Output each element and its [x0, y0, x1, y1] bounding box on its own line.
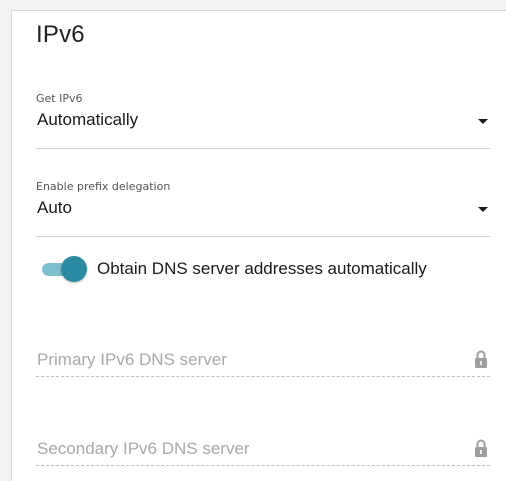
ipv6-settings-card [11, 10, 506, 481]
get-ipv6-select[interactable]: Get IPv6 Automatically [36, 92, 490, 150]
get-ipv6-underline [36, 148, 490, 149]
dns-auto-toggle[interactable] [42, 256, 88, 282]
chevron-down-icon [478, 207, 488, 212]
get-ipv6-value: Automatically [37, 110, 139, 129]
secondary-dns-input[interactable]: Secondary IPv6 DNS server [36, 436, 490, 466]
primary-dns-placeholder: Primary IPv6 DNS server [37, 350, 227, 369]
primary-dns-underline [36, 376, 490, 377]
prefix-delegation-label: Enable prefix delegation [36, 180, 171, 193]
secondary-dns-underline [36, 465, 490, 466]
section-title: IPv6 [36, 21, 85, 48]
primary-dns-input[interactable]: Primary IPv6 DNS server [36, 347, 490, 377]
lock-icon [475, 439, 487, 457]
toggle-knob [61, 256, 87, 282]
prefix-delegation-underline [36, 236, 490, 237]
prefix-delegation-value: Auto [37, 198, 72, 217]
dns-auto-toggle-label: Obtain DNS server addresses automaticall… [97, 259, 427, 278]
chevron-down-icon [478, 119, 488, 124]
prefix-delegation-select[interactable]: Enable prefix delegation Auto [36, 180, 490, 238]
lock-icon [475, 350, 487, 368]
get-ipv6-label: Get IPv6 [36, 92, 83, 105]
secondary-dns-placeholder: Secondary IPv6 DNS server [37, 439, 250, 458]
